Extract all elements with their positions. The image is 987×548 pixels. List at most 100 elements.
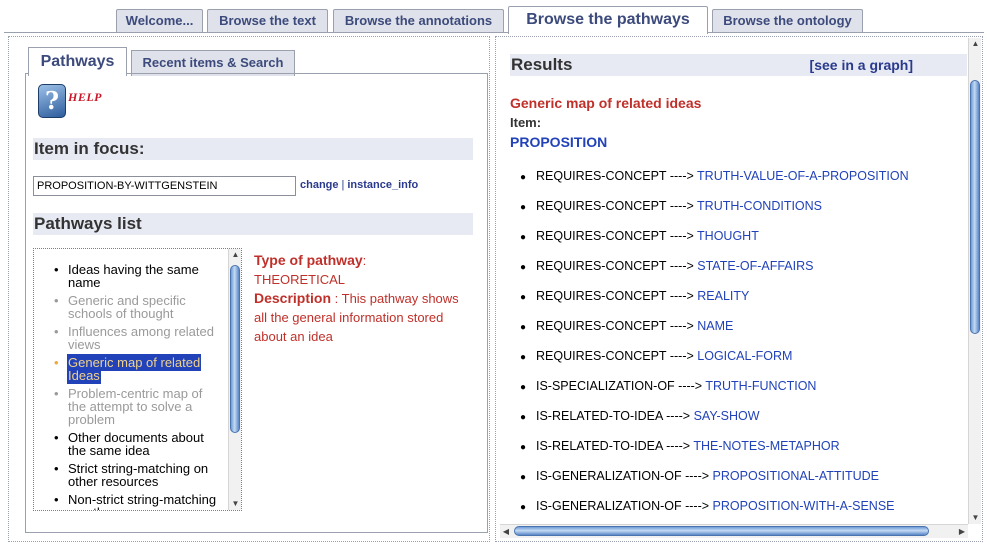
bullet-icon: • xyxy=(54,262,59,277)
relation-arrow: ----> xyxy=(669,319,694,333)
relation-row: ● REQUIRES-CONCEPT ----> TRUTH-VALUE-OF-A… xyxy=(520,169,960,199)
pathway-item-problem-centric: • Problem-centric map of the attempt to s… xyxy=(54,386,203,427)
relation-type: IS-GENERALIZATION-OF xyxy=(536,499,682,513)
bullet-icon: • xyxy=(54,430,59,445)
relation-row: ● REQUIRES-CONCEPT ----> TRUTH-CONDITIONS xyxy=(520,199,960,229)
pathway-info: Type of pathway: THEORETICAL Description… xyxy=(254,252,459,344)
relation-target-link[interactable]: TRUTH-VALUE-OF-A-PROPOSITION xyxy=(697,169,909,183)
relation-row: ● REQUIRES-CONCEPT ----> NAME xyxy=(520,319,960,349)
results-vscrollbar[interactable]: ▲ ▼ xyxy=(968,38,981,524)
pathway-item-non-strict-matching[interactable]: •Non-strict string-matching on other res… xyxy=(34,492,224,510)
relation-type: IS-RELATED-TO-IDEA xyxy=(536,409,663,423)
description-label: Description xyxy=(254,290,332,306)
focus-item-field[interactable] xyxy=(33,176,296,196)
relation-arrow: ----> xyxy=(669,169,694,183)
relation-arrow: ----> xyxy=(685,469,710,483)
relation-arrow: ----> xyxy=(669,259,694,273)
relation-row: ● REQUIRES-CONCEPT ----> REALITY xyxy=(520,289,960,319)
relation-arrow: ----> xyxy=(666,439,691,453)
relation-row: ● REQUIRES-CONCEPT ----> STATE-OF-AFFAIRS xyxy=(520,259,960,289)
relation-type: IS-SPECIALIZATION-OF xyxy=(536,379,675,393)
relation-target-link[interactable]: REALITY xyxy=(697,289,749,303)
pathway-item-strict-matching[interactable]: • Strict string-matching on other resourc… xyxy=(34,462,224,488)
type-label: Type of pathway xyxy=(254,252,363,268)
bullet-icon: ● xyxy=(520,202,527,213)
relation-type: REQUIRES-CONCEPT xyxy=(536,199,667,213)
relation-target-link[interactable]: SAY-SHOW xyxy=(694,409,760,423)
bullet-icon: ● xyxy=(520,502,527,513)
tab-browse-annotations[interactable]: Browse the annotations xyxy=(333,9,504,33)
bullet-icon: ● xyxy=(520,292,527,303)
help-icon: ? xyxy=(38,84,66,118)
pathways-list-heading: Pathways list xyxy=(33,213,473,235)
scroll-left-icon[interactable]: ◀ xyxy=(500,525,512,538)
item-label: Item: xyxy=(510,115,542,130)
relation-arrow: ----> xyxy=(669,199,694,213)
relation-type: REQUIRES-CONCEPT xyxy=(536,169,667,183)
scroll-thumb[interactable] xyxy=(970,80,980,334)
see-in-graph-link[interactable]: [see in a graph] xyxy=(810,54,913,76)
tab-welcome[interactable]: Welcome... xyxy=(116,9,203,33)
bullet-icon: ● xyxy=(520,382,527,393)
pathway-item-other-documents[interactable]: • Other documents about the same idea xyxy=(34,431,224,457)
tab-bar-divider xyxy=(4,32,984,33)
bullet-icon: • xyxy=(54,355,59,370)
relations-list: ● REQUIRES-CONCEPT ----> TRUTH-VALUE-OF-A… xyxy=(520,169,960,529)
relation-target-link[interactable]: TRUTH-FUNCTION xyxy=(705,379,816,393)
relation-target-link[interactable]: TRUTH-CONDITIONS xyxy=(697,199,822,213)
relation-type: REQUIRES-CONCEPT xyxy=(536,289,667,303)
scroll-up-icon[interactable]: ▲ xyxy=(229,249,241,261)
bullet-icon: ● xyxy=(520,472,527,483)
bullet-icon: • xyxy=(54,386,59,401)
scroll-right-icon[interactable]: ▶ xyxy=(956,525,968,538)
bullet-icon: • xyxy=(54,492,59,507)
relation-arrow: ----> xyxy=(669,289,694,303)
tab-browse-text[interactable]: Browse the text xyxy=(207,9,328,33)
pathways-list-box: • Ideas having the same name • Generic and… xyxy=(33,248,242,511)
relation-target-link[interactable]: THE-NOTES-METAPHOR xyxy=(693,439,839,453)
relation-target-link[interactable]: PROPOSITIONAL-ATTITUDE xyxy=(713,469,879,483)
pathways-list-scrollbar[interactable]: ▲ ▼ xyxy=(228,249,241,510)
pathway-item-influences: • Influences among related views xyxy=(54,324,214,352)
type-value: THEORETICAL xyxy=(254,272,346,287)
bullet-icon: ● xyxy=(520,442,527,453)
bullet-icon: ● xyxy=(520,322,527,333)
scroll-thumb[interactable] xyxy=(514,526,929,536)
scroll-down-icon[interactable]: ▼ xyxy=(969,512,982,524)
relation-target-link[interactable]: PROPOSITION-WITH-A-SENSE xyxy=(713,499,895,513)
relation-arrow: ----> xyxy=(669,229,694,243)
pathway-item-same-name[interactable]: • Ideas having the same name xyxy=(34,263,224,289)
results-header: Results [see in a graph] xyxy=(510,54,967,76)
bullet-icon: ● xyxy=(520,172,527,183)
relation-row: ● IS-SPECIALIZATION-OF ----> TRUTH-FUNCTI… xyxy=(520,379,960,409)
help-label: HELP xyxy=(68,90,102,104)
scroll-up-icon[interactable]: ▲ xyxy=(969,38,982,50)
focus-links: change | instance_info xyxy=(300,179,418,191)
results-hscrollbar[interactable]: ◀ ▶ xyxy=(500,524,968,538)
bullet-icon: • xyxy=(54,293,59,308)
relation-row: ● IS-RELATED-TO-IDEA ----> SAY-SHOW xyxy=(520,409,960,439)
tab-pathways[interactable]: Pathways xyxy=(28,47,127,76)
item-value[interactable]: PROPOSITION xyxy=(510,134,607,150)
pathway-item-schools: • Generic and specific schools of thought xyxy=(54,293,186,321)
pathways-list: • Ideas having the same name • Generic and… xyxy=(34,263,224,510)
scroll-down-icon[interactable]: ▼ xyxy=(229,498,241,510)
app-root: Welcome... Browse the text Browse the an… xyxy=(0,0,987,548)
relation-target-link[interactable]: STATE-OF-AFFAIRS xyxy=(697,259,813,273)
change-link[interactable]: change xyxy=(300,179,339,191)
tab-browse-pathways[interactable]: Browse the pathways xyxy=(508,6,708,34)
scroll-thumb[interactable] xyxy=(230,265,240,433)
relation-type: IS-RELATED-TO-IDEA xyxy=(536,439,663,453)
relation-row: ● REQUIRES-CONCEPT ----> LOGICAL-FORM xyxy=(520,349,960,379)
relation-target-link[interactable]: NAME xyxy=(697,319,733,333)
help-button[interactable]: ? HELP xyxy=(38,84,128,120)
relation-target-link[interactable]: THOUGHT xyxy=(697,229,759,243)
instance-info-link[interactable]: instance_info xyxy=(347,179,418,191)
relation-arrow: ----> xyxy=(685,499,710,513)
tab-browse-ontology[interactable]: Browse the ontology xyxy=(712,9,863,33)
relation-target-link[interactable]: LOGICAL-FORM xyxy=(697,349,792,363)
relation-arrow: ----> xyxy=(678,379,703,393)
pathway-item-generic-map[interactable]: • Generic map of related Ideas xyxy=(34,354,224,384)
relation-arrow: ----> xyxy=(669,349,694,363)
bullet-icon: ● xyxy=(520,352,527,363)
